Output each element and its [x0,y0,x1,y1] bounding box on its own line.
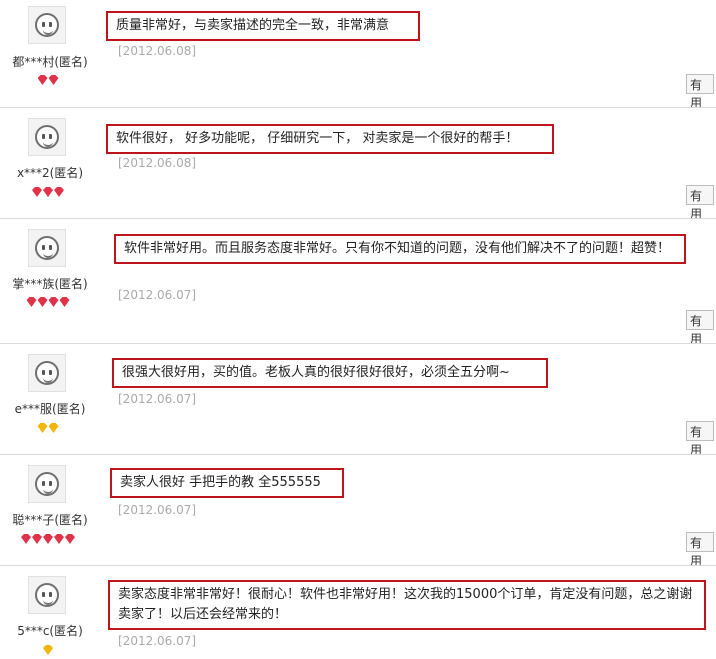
reviewer-name[interactable]: 聪***子(匿名) [0,511,100,528]
review-text: 软件非常好用。而且服务态度非常好。只有你不知道的问题，没有他们解决不了的问题！超… [114,234,686,264]
diamond-icon [43,645,53,655]
review-date: [2012.06.07] [118,392,197,406]
review-date: [2012.06.07] [118,288,197,302]
helpful-button[interactable]: 有用 [686,532,714,568]
review-item: 聪***子(匿名) 卖家人很好 手把手的教 全555555 [2012.06.0… [0,455,716,568]
heart-icon [43,187,53,197]
review-item: 掌***族(匿名) 软件非常好用。而且服务态度非常好。只有你不知道的问题，没有他… [0,219,716,346]
heart-icon [32,187,42,197]
heart-icon [48,297,59,307]
buyer-rank-diamonds [0,418,96,433]
avatar[interactable] [28,118,66,156]
review-item: x***2(匿名) 软件很好， 好多功能呢， 仔细研究一下， 对卖家是一个很好的… [0,108,716,221]
review-item: 都***村(匿名) 质量非常好，与卖家描述的完全一致，非常满意 [2012.06… [0,0,716,110]
avatar[interactable] [28,354,66,392]
avatar[interactable] [28,465,66,503]
buyer-rank-hearts [0,292,96,307]
avatar[interactable] [28,576,66,614]
review-date: [2012.06.07] [118,503,197,517]
avatar[interactable] [28,229,66,267]
heart-icon [21,534,31,544]
heart-icon [59,297,70,307]
heart-icon [43,534,53,544]
review-date: [2012.06.08] [118,156,197,170]
review-text: 卖家态度非常非常好！很耐心！软件也非常好用！这次我的15000个订单，肯定没有问… [108,580,706,630]
diamond-icon [48,423,59,433]
buyer-rank-hearts [0,70,96,85]
heart-icon [54,187,64,197]
buyer-rank-hearts [0,529,96,544]
review-date: [2012.06.08] [118,44,197,58]
helpful-button[interactable]: 有用 [686,185,714,221]
review-text: 质量非常好，与卖家描述的完全一致，非常满意 [106,11,420,41]
heart-icon [54,534,64,544]
review-text: 软件很好， 好多功能呢， 仔细研究一下， 对卖家是一个很好的帮手！ [106,124,554,154]
review-text: 很强大很好用，买的值。老板人真的很好很好很好，必须全五分啊~ [112,358,548,388]
reviewer-name[interactable]: 掌***族(匿名) [0,275,100,292]
buyer-rank-hearts [0,182,96,197]
review-item: e***服(匿名) 很强大很好用，买的值。老板人真的很好很好很好，必须全五分啊~… [0,344,716,457]
heart-icon [37,297,48,307]
heart-icon [48,75,59,85]
review-item: 5***c(匿名) 卖家态度非常非常好！很耐心！软件也非常好用！这次我的1500… [0,566,716,655]
review-date: [2012.06.07] [118,634,197,648]
heart-icon [32,534,42,544]
review-text: 卖家人很好 手把手的教 全555555 [110,468,344,498]
buyer-rank-diamonds [0,640,96,655]
helpful-button[interactable]: 有用 [686,421,714,457]
reviewer-name[interactable]: 都***村(匿名) [0,53,100,70]
reviewer-name[interactable]: x***2(匿名) [0,164,100,181]
heart-icon [26,297,37,307]
heart-icon [65,534,75,544]
heart-icon [37,75,48,85]
helpful-button[interactable]: 有用 [686,310,714,346]
diamond-icon [37,423,48,433]
helpful-button[interactable]: 有用 [686,74,714,110]
reviewer-name[interactable]: 5***c(匿名) [0,622,100,639]
reviewer-name[interactable]: e***服(匿名) [0,400,100,417]
avatar[interactable] [28,6,66,44]
